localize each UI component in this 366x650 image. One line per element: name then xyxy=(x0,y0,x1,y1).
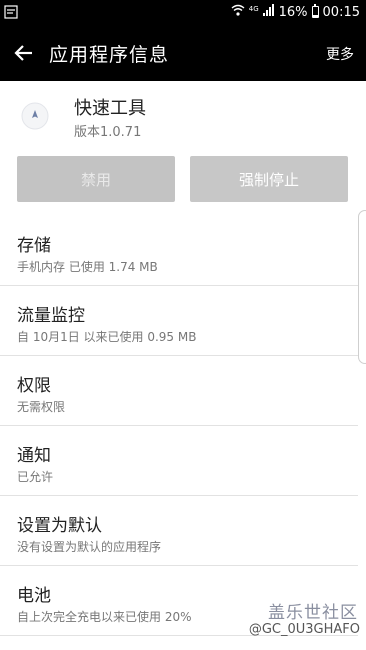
battery-icon xyxy=(311,4,319,18)
scroll-handle[interactable] xyxy=(358,210,366,364)
app-name: 快速工具 xyxy=(74,98,146,119)
list-item-title: 存储 xyxy=(17,236,51,256)
list-item-subtitle: 无需权限 xyxy=(17,400,66,414)
app-version: 版本1.0.71 xyxy=(74,125,142,140)
page-title: 应用程序信息 xyxy=(49,44,170,66)
list-item-notifications[interactable]: 通知 已允许 xyxy=(0,426,358,496)
list-item-permissions[interactable]: 权限 无需权限 xyxy=(0,356,358,426)
app-icon xyxy=(20,101,50,131)
back-arrow-icon[interactable] xyxy=(12,41,36,65)
wifi-icon xyxy=(231,4,245,20)
watermark-user: @GC_0U3GHAFO xyxy=(248,622,360,637)
list-item-subtitle: 自上次完全充电以来已使用 20% xyxy=(17,610,192,624)
list-item-set-default[interactable]: 设置为默认 没有设置为默认的应用程序 xyxy=(0,496,358,566)
list-item-storage[interactable]: 存储 手机内存 已使用 1.74 MB xyxy=(0,216,358,286)
status-bar: 4G 16% 00:15 xyxy=(0,0,366,24)
watermark-brand: 盖乐世社区 xyxy=(268,603,358,623)
more-menu-button[interactable]: 更多 xyxy=(326,44,354,64)
list-item-title: 设置为默认 xyxy=(17,516,102,536)
list-item-data-usage[interactable]: 流量监控 自 10月1日 以来已使用 0.95 MB xyxy=(0,286,358,356)
signal-icon xyxy=(262,4,275,20)
app-bar: 应用程序信息 更多 xyxy=(0,24,366,81)
network-type: 4G xyxy=(248,5,259,13)
list-item-title: 权限 xyxy=(17,376,51,396)
list-item-title: 电池 xyxy=(17,586,51,606)
disable-button[interactable]: 禁用 xyxy=(17,156,175,202)
force-stop-button[interactable]: 强制停止 xyxy=(190,156,348,202)
list-item-subtitle: 已允许 xyxy=(17,470,54,484)
notification-icon xyxy=(4,4,18,23)
list-item-subtitle: 没有设置为默认的应用程序 xyxy=(17,540,162,554)
list-item-subtitle: 自 10月1日 以来已使用 0.95 MB xyxy=(17,330,197,344)
settings-list: 存储 手机内存 已使用 1.74 MB 流量监控 自 10月1日 以来已使用 0… xyxy=(0,216,366,636)
list-item-title: 通知 xyxy=(17,446,51,466)
list-item-title: 流量监控 xyxy=(17,306,85,326)
list-item-subtitle: 手机内存 已使用 1.74 MB xyxy=(17,260,158,274)
battery-percent: 16% xyxy=(278,4,308,20)
clock: 00:15 xyxy=(322,4,360,20)
